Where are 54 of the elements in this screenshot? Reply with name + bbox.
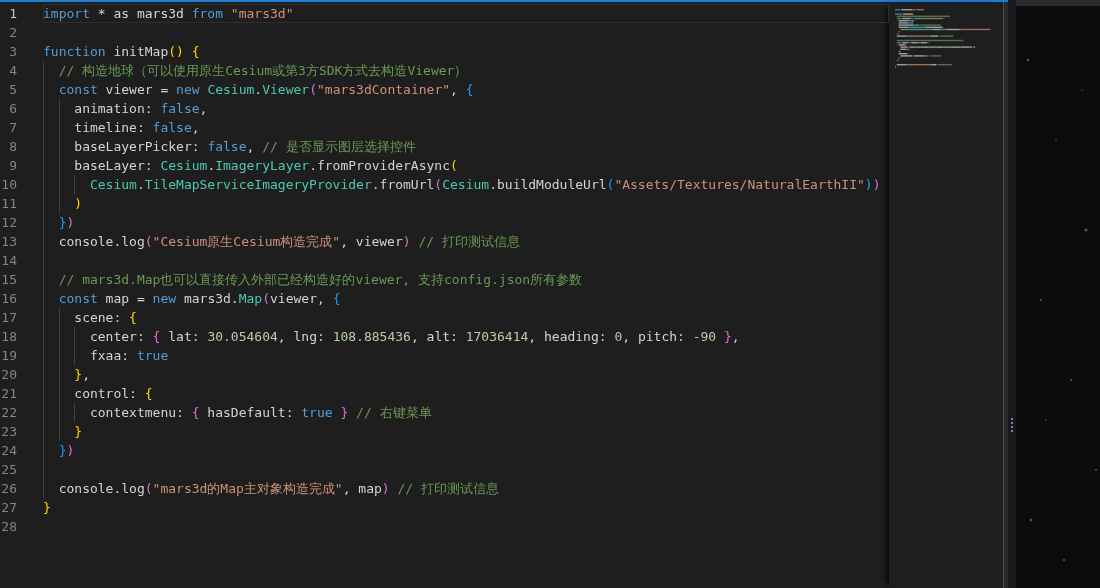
- line-number: 4: [8, 62, 17, 80]
- code-line: }: [73, 424, 83, 439]
- line-number: 3: [8, 43, 17, 61]
- line-number: 15: [0, 271, 17, 289]
- line-number: 6: [8, 100, 17, 118]
- line-number: 16: [0, 290, 17, 308]
- line-number: 21: [0, 385, 17, 403]
- line-number: 26: [0, 480, 17, 498]
- code-line: center: { lat: 30.054604, lng: 108.885436, alt: 17036414, heading: 0, pitch: -90 },: [88, 329, 740, 344]
- code-line: timeline: false,: [73, 120, 200, 135]
- line-number: 27: [0, 499, 17, 517]
- code-line: console.log("mars3d的Map主对象构造完成", map) // 打印测试信息: [57, 481, 499, 496]
- code-line: Cesium.TileMapServiceImageryProvider.fromUrl(Cesium.buildModuleUrl("Assets/Textures/NaturalEarthII")): [88, 177, 881, 192]
- line-number: 9: [8, 157, 17, 175]
- code-line: const map = new mars3d.Map(viewer, {: [57, 291, 341, 306]
- code-line: }: [43, 500, 51, 515]
- line-number: 22: [0, 404, 17, 422]
- code-line: control: {: [73, 386, 153, 401]
- code-line: scene: {: [73, 310, 137, 325]
- line-number: 17: [0, 309, 17, 327]
- line-number: 5: [8, 81, 17, 99]
- line-number: 7: [8, 119, 17, 137]
- line-number: 1: [8, 5, 17, 23]
- code-line: }): [57, 215, 75, 230]
- line-number: 18: [0, 328, 17, 346]
- code-editor[interactable]: [0, 0, 1008, 588]
- code-line: ): [73, 196, 83, 211]
- line-number: 14: [0, 252, 17, 270]
- line-number: 19: [0, 347, 17, 365]
- code-line: // mars3d.Map也可以直接传入外部已经构造好的viewer, 支持config.json所有参数: [57, 272, 583, 287]
- line-number: 8: [8, 138, 17, 156]
- code-line: const viewer = new Cesium.Viewer("mars3dContainer", {: [57, 82, 474, 97]
- code-line: import * as mars3d from "mars3d": [43, 6, 294, 21]
- line-number: 23: [0, 423, 17, 441]
- code-line: baseLayer: Cesium.ImageryLayer.fromProviderAsync(: [73, 158, 458, 173]
- line-number: 24: [0, 442, 17, 460]
- line-number: 25: [0, 461, 17, 479]
- code-line: }): [57, 443, 75, 458]
- code-line: },: [73, 367, 90, 382]
- scrollbar[interactable]: [1003, 2, 1008, 588]
- line-number: 28: [0, 518, 17, 536]
- code-line: animation: false,: [73, 101, 208, 116]
- code-line: contextmenu: { hasDefault: true } // 右键菜单: [88, 405, 432, 420]
- line-number: 2: [8, 24, 17, 42]
- line-number: 12: [0, 214, 17, 232]
- code-line: baseLayerPicker: false, // 是否显示图层选择控件: [73, 139, 416, 154]
- line-number: 10: [0, 176, 17, 194]
- line-number: 11: [0, 195, 17, 213]
- line-number: 20: [0, 366, 17, 384]
- line-number: 13: [0, 233, 17, 251]
- code-line: // 构造地球（可以使用原生Cesium或第3方SDK方式去构造Viewer）: [57, 63, 468, 78]
- code-line: console.log("Cesium原生Cesium构造完成", viewer) // 打印测试信息: [57, 234, 520, 249]
- code-line: fxaa: true: [88, 348, 169, 363]
- code-line: function initMap() {: [43, 44, 200, 59]
